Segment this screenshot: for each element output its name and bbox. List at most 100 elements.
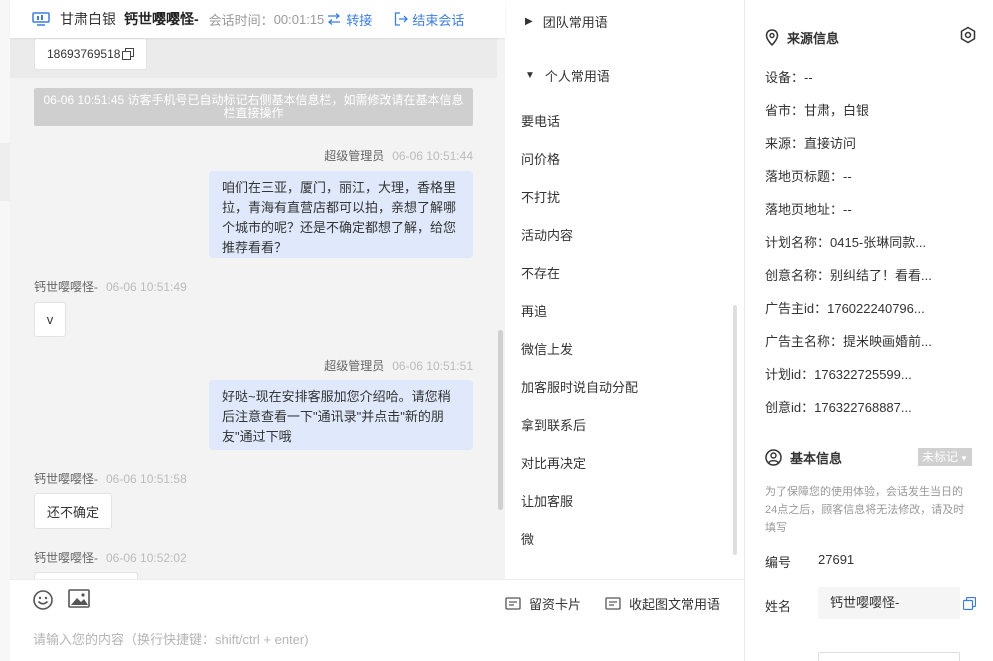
- source-info-title: 来源信息: [765, 28, 839, 47]
- source-title-text: 来源信息: [787, 31, 840, 46]
- phrase-item[interactable]: 再追: [521, 301, 547, 320]
- message-time: 06-06 10:51:51: [392, 359, 473, 373]
- source-row: 省市：甘肃，白银: [765, 103, 870, 118]
- caret-down-icon: ▼: [960, 454, 968, 463]
- caret-down-icon: ▼: [525, 70, 535, 81]
- team-phrases-group[interactable]: ▶ 团队常用语: [525, 12, 608, 31]
- basic-info-title: 基本信息: [765, 448, 842, 467]
- sender-name: 钙世嘤嘤怪-: [34, 551, 98, 565]
- phrase-item[interactable]: 微信上发: [521, 339, 573, 358]
- group-label: 个人常用语: [544, 69, 610, 84]
- left-strip: [0, 0, 10, 661]
- message-time: 06-06 10:51:58: [106, 472, 187, 486]
- phone-number: 18693769518: [47, 47, 121, 61]
- collapse-phrases-button[interactable]: 收起图文常用语: [605, 594, 720, 613]
- source-row: 创意id：176322768887...: [765, 400, 912, 415]
- basic-title-text: 基本信息: [790, 451, 843, 466]
- edit-notice: 为了保障您的使用体验，会话发生当日的24点之后，顾客信息将无法修改，请及时填写: [765, 486, 965, 534]
- source-row: 创意名称：别纠结了！看看...: [765, 268, 932, 283]
- message-time: 06-06 10:52:02: [106, 551, 187, 565]
- message-meta: 钙世嘤嘤怪- 06-06 10:51:58: [34, 470, 187, 487]
- phrase-item[interactable]: 不打扰: [521, 187, 560, 206]
- agent-message: 好哒~现在安排客服加您介绍哈。请您稍后注意查看一下"通讯录"并点击"新的朋友"通…: [209, 380, 473, 450]
- transfer-icon: [328, 13, 341, 25]
- phrases-panel: ▶ 团队常用语 ▼ 个人常用语 要电话 问价格 不打扰 活动内容 不存在 再追 …: [505, 0, 745, 579]
- phrase-item[interactable]: 微: [521, 529, 534, 548]
- source-row: 广告主名称：提米映画婚前...: [765, 334, 932, 349]
- sender-name: 钙世嘤嘤怪-: [34, 472, 98, 486]
- tag-dropdown[interactable]: 未标记 ▼: [918, 448, 972, 466]
- source-row: 设备：--: [765, 70, 813, 85]
- phrase-item[interactable]: 让加客服: [521, 491, 573, 510]
- lead-card-button[interactable]: 留资卡片: [505, 594, 581, 613]
- transfer-label: 转接: [346, 12, 373, 28]
- number-value: 27691: [818, 552, 855, 567]
- group-label: 团队常用语: [542, 15, 608, 30]
- end-session-label: 结束会话: [412, 12, 465, 28]
- phrase-item[interactable]: 问价格: [521, 149, 560, 168]
- message-meta: 钙世嘤嘤怪- 06-06 10:51:49: [34, 278, 187, 295]
- caret-right-icon: ▶: [525, 16, 533, 27]
- message-meta: 超级管理员 06-06 10:51:51: [324, 357, 473, 374]
- message-input[interactable]: 请输入您的内容（换行快捷键：shift/ctrl + enter): [33, 629, 309, 648]
- sender-name: 超级管理员: [324, 149, 385, 163]
- source-row: 落地页地址：--: [765, 202, 852, 217]
- collapse-phrases-label: 收起图文常用语: [629, 597, 721, 612]
- phrase-item[interactable]: 要电话: [521, 111, 560, 130]
- copy-icon[interactable]: [122, 48, 135, 60]
- number-label: 编号: [765, 555, 792, 570]
- sender-name: 超级管理员: [324, 359, 385, 373]
- visitor-message: [34, 572, 138, 579]
- phrase-item[interactable]: 加客服时说自动分配: [521, 377, 638, 396]
- message-time: 06-06 10:51:49: [106, 280, 187, 294]
- phrase-item[interactable]: 活动内容: [521, 225, 573, 244]
- source-row: 落地页标题：--: [765, 169, 852, 184]
- next-field-input[interactable]: [818, 652, 960, 661]
- personal-phrases-group[interactable]: ▼ 个人常用语: [525, 66, 610, 85]
- name-input[interactable]: 钙世嘤嘤怪-: [818, 587, 960, 619]
- agent-message: 咱们在三亚，厦门，丽江，大理，香格里拉，青海有直营店都可以拍，亲想了解哪个城市的…: [209, 171, 473, 258]
- chat-scrollbar[interactable]: [498, 330, 503, 510]
- message-icon: [605, 596, 621, 610]
- tag-label: 未标记: [922, 450, 959, 464]
- card-icon: [505, 596, 521, 610]
- emoji-icon[interactable]: [32, 589, 54, 611]
- settings-icon[interactable]: [959, 26, 977, 44]
- visitor-message: v: [34, 302, 66, 337]
- source-row: 计划名称：0415-张琳同款...: [765, 235, 927, 250]
- phrase-item[interactable]: 拿到联系后: [521, 415, 586, 434]
- session-time-label: 会话时间：: [208, 12, 274, 28]
- image-icon[interactable]: [68, 589, 90, 609]
- message-time: 06-06 10:51:44: [392, 149, 473, 163]
- sender-name: 钙世嘤嘤怪-: [34, 280, 98, 294]
- message-meta: 超级管理员 06-06 10:51:44: [324, 147, 473, 164]
- composer: 请输入您的内容（换行快捷键：shift/ctrl + enter): [10, 579, 505, 661]
- lead-card-label: 留资卡片: [529, 597, 582, 612]
- visitor-name: 钙世嘤嘤怪-: [124, 11, 199, 27]
- name-label: 姓名: [765, 599, 792, 614]
- transfer-button[interactable]: 转接: [326, 10, 372, 29]
- visitor-location: 甘肃白银: [60, 11, 116, 27]
- user-circle-icon: [765, 449, 782, 466]
- copy-icon[interactable]: [963, 597, 976, 610]
- exit-icon: [395, 12, 409, 26]
- chat-header: 甘肃白银 钙世嘤嘤怪- 会话时间： 00:01:15 转接 结束会话: [10, 0, 505, 38]
- end-session-button[interactable]: 结束会话: [394, 10, 464, 29]
- visitor-info-panel: 来源信息 设备：-- 省市：甘肃，白银 来源：直接访问 落地页标题：-- 落地页…: [745, 0, 993, 661]
- source-row: 来源：直接访问: [765, 136, 857, 151]
- source-row: 计划id：176322725599...: [765, 367, 912, 382]
- session-time-value: 00:01:15: [273, 11, 325, 27]
- phrases-toolbar: 留资卡片 收起图文常用语: [505, 579, 745, 661]
- phrase-item[interactable]: 不存在: [521, 263, 560, 282]
- chat-panel: 甘肃白银 钙世嘤嘤怪- 会话时间： 00:01:15 转接 结束会话 18693…: [10, 0, 505, 661]
- source-row: 广告主id：176022240796...: [765, 301, 925, 316]
- message-list[interactable]: 18693769518 06-06 10:51:45 访客手机号已自动标记右侧基…: [10, 38, 505, 579]
- phone-message: 18693769518: [34, 38, 148, 70]
- system-notice: 06-06 10:51:45 访客手机号已自动标记右侧基本信息栏，如需修改请在基…: [34, 88, 473, 126]
- location-pin-icon: [765, 29, 779, 46]
- phrases-scrollbar[interactable]: [733, 305, 737, 555]
- monitor-icon: [32, 12, 50, 26]
- phrase-item[interactable]: 对比再决定: [521, 453, 586, 472]
- left-strip-marker: [0, 143, 10, 201]
- message-meta: 钙世嘤嘤怪- 06-06 10:52:02: [34, 549, 187, 566]
